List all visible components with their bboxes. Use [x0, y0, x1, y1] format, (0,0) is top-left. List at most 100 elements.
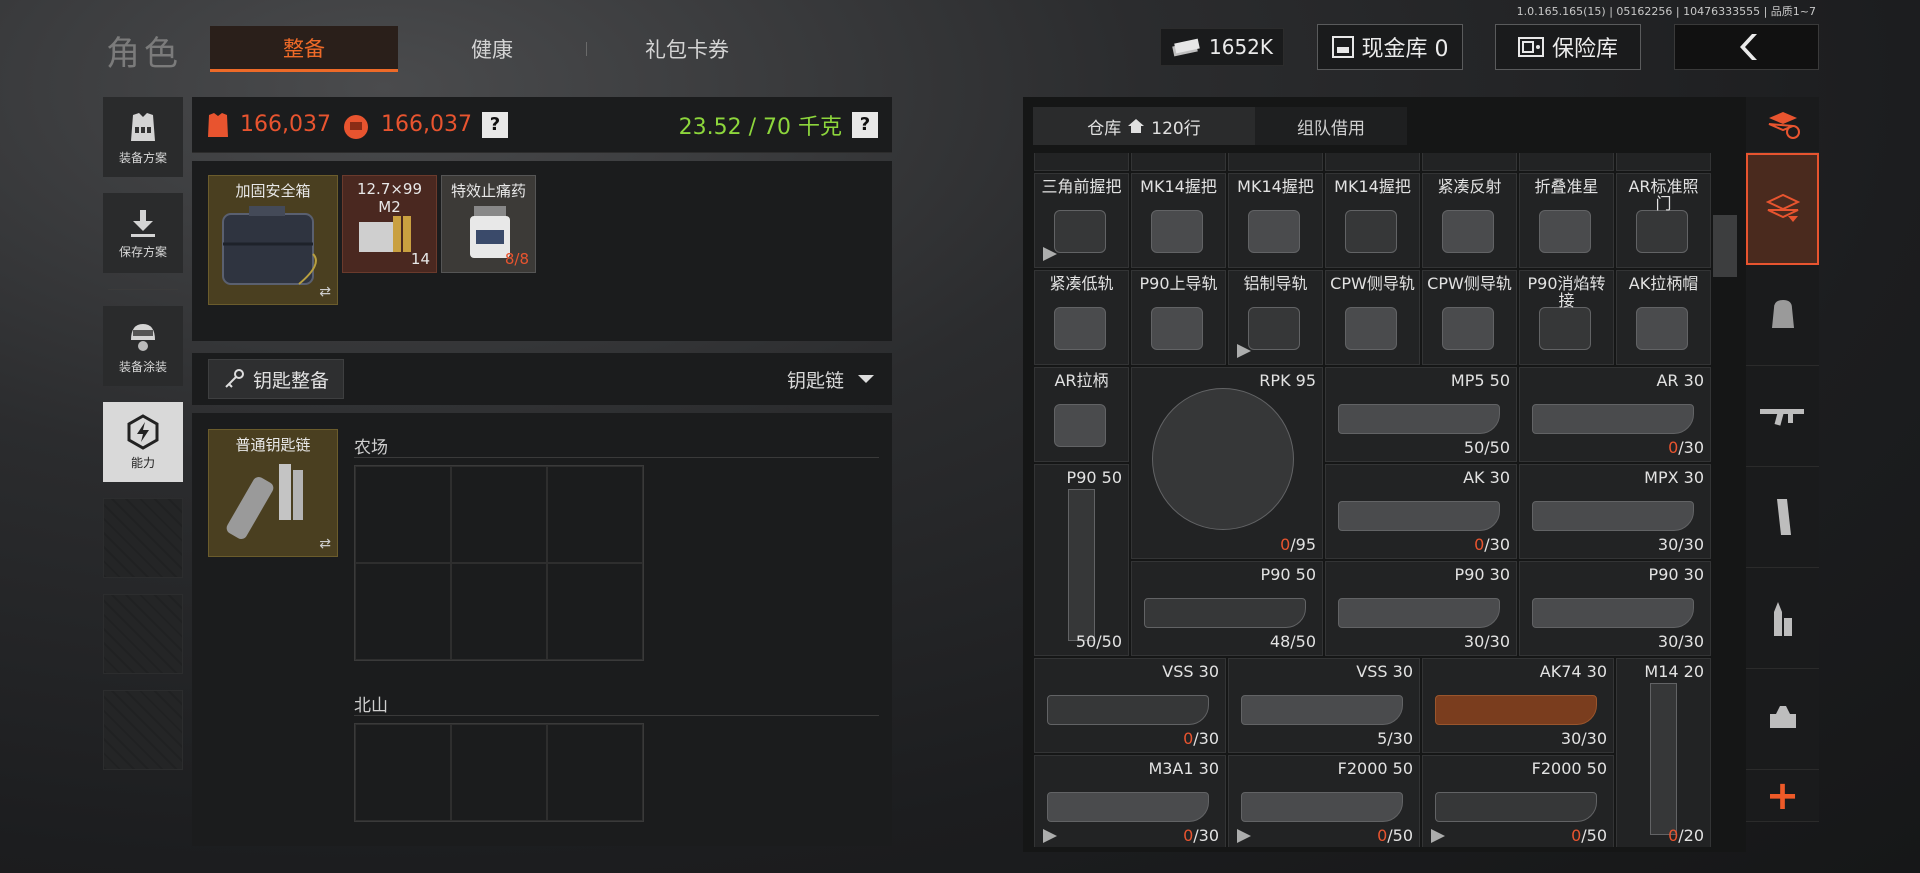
top-tabs: 整备 健康 礼包卡券 — [210, 26, 787, 72]
equipment-paint-button[interactable]: 装备涂装 — [103, 306, 183, 386]
key-grid-cell[interactable] — [547, 563, 643, 660]
inventory-item[interactable]: P90 30 30/30 — [1325, 561, 1517, 656]
inventory-cell-partial[interactable] — [1325, 153, 1420, 171]
inventory-item[interactable]: AR标准照门 — [1616, 173, 1711, 268]
backpack-icon — [1771, 300, 1794, 328]
tab-team-borrow[interactable]: 组队借用 — [1255, 107, 1407, 145]
ability-label: 能力 — [130, 455, 155, 470]
category-ammo[interactable] — [1746, 568, 1819, 669]
tab-warehouse[interactable]: 仓库 120行 — [1033, 107, 1255, 145]
equipment-panel: 166,037 166,037 ? 23.52 / 70 千克 ? 加固安全箱 … — [192, 97, 892, 852]
tab-health[interactable]: 健康 — [398, 26, 586, 72]
inventory-cell-partial[interactable] — [1422, 153, 1517, 171]
inventory-item[interactable]: AK 30 0/30 — [1325, 464, 1517, 559]
category-attachments[interactable] — [1746, 669, 1819, 770]
inventory-item[interactable]: AR拉柄 — [1034, 367, 1129, 462]
key-grid-cell[interactable] — [451, 724, 547, 821]
inventory-item[interactable]: MK14握把 — [1325, 173, 1420, 268]
safe-vault-button[interactable]: 保险库 — [1495, 24, 1641, 70]
key-equip-button[interactable]: 钥匙整备 — [208, 359, 345, 399]
key-grid-cell[interactable] — [451, 466, 547, 563]
inventory-item[interactable]: 紧凑低轨 — [1034, 270, 1129, 365]
key-grid-cell[interactable] — [355, 563, 451, 660]
cash-stack-icon — [1172, 38, 1200, 57]
item-count: 30/30 — [1561, 729, 1607, 748]
inventory-cell-partial[interactable] — [1228, 153, 1323, 171]
item-image — [1442, 307, 1494, 350]
painkiller-slot[interactable]: 特效止痛药 8/8 — [441, 175, 536, 273]
inventory-cell-partial[interactable] — [1034, 153, 1129, 171]
category-gear[interactable] — [1746, 265, 1819, 366]
inventory-item[interactable]: P90 50 50/50 — [1034, 464, 1129, 656]
inventory-item[interactable]: M3A1 30 0/30 — [1034, 755, 1226, 847]
inventory-item[interactable]: CPW侧导轨 — [1422, 270, 1517, 365]
inventory-item[interactable]: MK14握把 — [1228, 173, 1323, 268]
inventory-item[interactable]: CPW侧导轨 — [1325, 270, 1420, 365]
item-count-value: 30/30 — [1657, 632, 1704, 651]
transfer-icon — [1237, 829, 1251, 843]
keychain-slot[interactable]: 普通钥匙链 ⇄ — [208, 429, 338, 557]
inventory-item[interactable]: VSS 30 5/30 — [1228, 658, 1420, 753]
item-label: P90消焰转接 — [1527, 274, 1606, 310]
inventory-item[interactable]: VSS 30 0/30 — [1034, 658, 1226, 753]
category-all[interactable] — [1746, 153, 1819, 265]
keychain-dropdown[interactable]: 钥匙链 — [787, 366, 876, 393]
item-label: CPW侧导轨 — [1427, 274, 1512, 293]
region-divider — [354, 715, 879, 716]
home-icon — [1128, 119, 1145, 133]
inventory-cell-partial[interactable] — [1131, 153, 1226, 171]
inventory-item[interactable]: M14 20 0/20 — [1616, 658, 1711, 847]
inventory-item[interactable]: F2000 50 0/50 — [1422, 755, 1614, 847]
save-plan-button[interactable]: 保存方案 — [103, 193, 183, 273]
empty-menu-slot — [103, 498, 183, 578]
inventory-item[interactable]: MK14握把 — [1131, 173, 1226, 268]
add-category-button[interactable]: + — [1746, 770, 1819, 822]
inventory-item[interactable]: P90上导轨 — [1131, 270, 1226, 365]
key-grid-cell[interactable] — [451, 563, 547, 660]
item-image — [1248, 210, 1300, 253]
safe-vault-label: 保险库 — [1551, 37, 1618, 62]
inventory-item[interactable]: MPX 30 30/30 — [1519, 464, 1711, 559]
item-image — [1338, 404, 1500, 434]
inventory-scrollbar[interactable] — [1713, 215, 1737, 277]
back-button[interactable] — [1674, 24, 1819, 70]
inventory-item[interactable]: F2000 50 0/50 — [1228, 755, 1420, 847]
ammo-slot[interactable]: 12.7×99 M2 14 — [342, 175, 437, 273]
key-grid-cell[interactable] — [547, 724, 643, 821]
inventory-item[interactable]: AK74 30 30/30 — [1422, 658, 1614, 753]
inventory-item[interactable]: P90 30 30/30 — [1519, 561, 1711, 656]
weight-help-button[interactable]: ? — [852, 111, 878, 138]
inventory-item[interactable]: 铝制导轨 — [1228, 270, 1323, 365]
keychain-name: 普通钥匙链 — [235, 436, 311, 454]
item-count-empty: 0 — [1183, 826, 1194, 845]
inventory-item[interactable]: 三角前握把 — [1034, 173, 1129, 268]
key-grid-cell[interactable] — [547, 466, 643, 563]
item-count-empty: 0 — [1571, 826, 1582, 845]
inventory-item[interactable]: 折叠准星 — [1519, 173, 1614, 268]
inventory-item[interactable]: P90消焰转接 — [1519, 270, 1614, 365]
cash-vault-button[interactable]: 现金库 0 — [1317, 24, 1463, 70]
key-grid-cell[interactable] — [355, 466, 451, 563]
item-image — [1068, 489, 1095, 641]
key-grid-cell[interactable] — [355, 724, 451, 821]
secure-case-slot[interactable]: 加固安全箱 ⇄ — [208, 175, 338, 305]
inventory-item[interactable]: AR 30 0/30 — [1519, 367, 1711, 462]
inventory-item[interactable]: MP5 50 50/50 — [1325, 367, 1517, 462]
value-help-button[interactable]: ? — [481, 111, 508, 138]
inventory-item[interactable]: 紧凑反射 — [1422, 173, 1517, 268]
inventory-item[interactable]: P90 50 48/50 — [1131, 561, 1323, 656]
sort-button[interactable] — [1746, 97, 1819, 153]
inventory-cell-partial[interactable] — [1519, 153, 1614, 171]
item-label: MK14握把 — [1140, 177, 1217, 196]
ability-button[interactable]: 能力 — [103, 402, 183, 482]
item-label: M14 20 — [1644, 662, 1704, 681]
category-magazines[interactable] — [1746, 467, 1819, 568]
inventory-cell-partial[interactable] — [1616, 153, 1711, 171]
item-count-value: 50/50 — [1463, 438, 1510, 457]
category-weapons[interactable] — [1746, 366, 1819, 467]
equipment-plan-button[interactable]: 装备方案 — [103, 97, 183, 177]
tab-gift-cards[interactable]: 礼包卡券 — [587, 26, 787, 72]
inventory-item[interactable]: RPK 95 0/95 — [1131, 367, 1323, 559]
tab-equipment[interactable]: 整备 — [210, 26, 398, 72]
inventory-item[interactable]: AK拉柄帽 — [1616, 270, 1711, 365]
